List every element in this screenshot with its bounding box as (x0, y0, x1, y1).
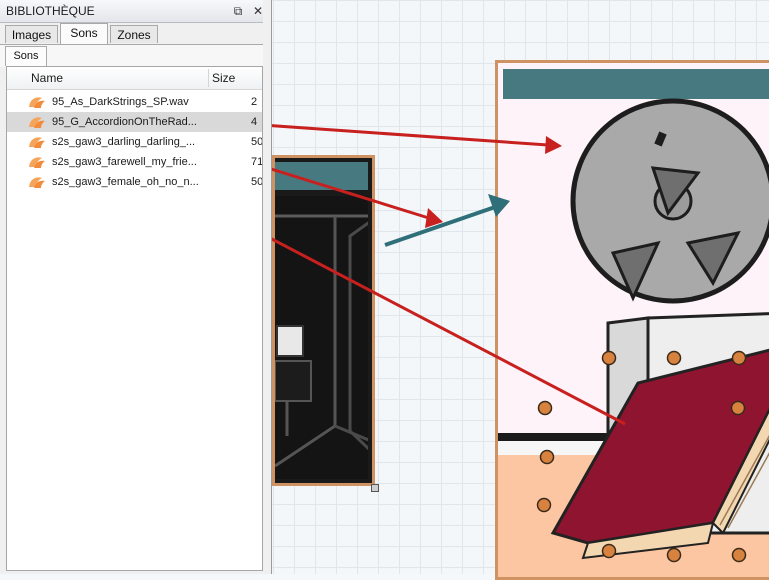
tab-images[interactable]: Images (5, 25, 58, 43)
sound-name: 95_As_DarkStrings_SP.wav (52, 96, 189, 108)
library-panel: BIBLIOTHÈQUE ⧉ ✕ Images Sons Zones Sons … (0, 0, 272, 574)
sound-name: 95_G_AccordionOnTheRad... (52, 116, 197, 128)
film-reel-book-illustration (498, 98, 769, 577)
panel-titlebar[interactable]: BIBLIOTHÈQUE ⧉ ✕ (0, 0, 271, 23)
column-header-name[interactable]: Name (31, 71, 63, 85)
frame-title-band (275, 162, 368, 190)
list-item[interactable]: s2s_gaw3_farewell_my_frie... 71 (7, 152, 262, 172)
sound-name: s2s_gaw3_darling_darling_... (52, 136, 196, 148)
tab-zones[interactable]: Zones (110, 25, 158, 43)
list-item-selected[interactable]: 95_G_AccordionOnTheRad... 4 (7, 112, 262, 132)
scene-frame-small[interactable] (272, 155, 375, 486)
sound-size: 2 (251, 96, 258, 108)
dark-room-illustration (275, 196, 368, 479)
sound-size: 50 (251, 176, 263, 188)
tab-sons[interactable]: Sons (60, 23, 108, 44)
column-header-size[interactable]: Size (212, 71, 235, 85)
sound-file-icon (29, 177, 45, 188)
list-item[interactable]: s2s_gaw3_female_oh_no_n... 50 (7, 172, 262, 192)
panel-scrollbar[interactable] (263, 0, 271, 574)
scene-frame-large[interactable] (495, 60, 769, 580)
panel-title: BIBLIOTHÈQUE (6, 4, 95, 18)
library-tabs: Images Sons Zones (0, 23, 271, 44)
list-header: Name Size (7, 67, 262, 90)
dock-icon[interactable]: ⧉ (230, 3, 246, 19)
sound-size: 4 (251, 116, 258, 128)
sound-file-icon (29, 117, 45, 128)
sound-size: 50 (251, 136, 263, 148)
sound-size: 71 (251, 156, 263, 168)
list-item[interactable]: 95_As_DarkStrings_SP.wav 2 (7, 92, 262, 112)
sound-name: s2s_gaw3_farewell_my_frie... (52, 156, 197, 168)
list-item[interactable]: s2s_gaw3_darling_darling_... 50 (7, 132, 262, 152)
sound-list[interactable]: Name Size 95_As_DarkStrings_SP.wav 2 95_… (6, 66, 263, 571)
sound-file-icon (29, 137, 45, 148)
resize-handle[interactable] (371, 484, 379, 492)
sound-file-icon (29, 157, 45, 168)
subtab-sons[interactable]: Sons (5, 46, 47, 66)
sound-file-icon (29, 97, 45, 108)
column-separator[interactable] (208, 69, 209, 87)
sound-name: s2s_gaw3_female_oh_no_n... (52, 176, 199, 188)
subtab-bar: Sons (0, 44, 271, 67)
